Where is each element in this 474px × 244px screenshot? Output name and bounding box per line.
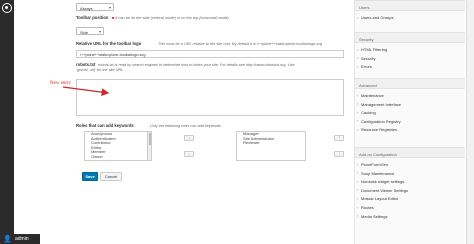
sidebar-item[interactable]: Nordoisk widget settings xyxy=(357,180,404,184)
sidebar-section-header: Users xyxy=(355,0,465,11)
sidebar-item[interactable]: Errors xyxy=(357,65,372,69)
sidebar-section-header: Security xyxy=(355,32,465,43)
sidebar-item[interactable]: Document Viewer Settings xyxy=(357,188,408,193)
page-scrollbar[interactable] xyxy=(466,0,474,244)
sidebar-section-header: Advanced xyxy=(355,78,465,89)
sidebar-item[interactable]: Configuration Registry xyxy=(357,119,401,124)
sidebar-item[interactable]: Security xyxy=(357,56,376,61)
app-window: 👤 admin Always Toolbar position ■ It can… xyxy=(0,0,474,244)
sidebar-item[interactable]: PloneFormGen xyxy=(357,163,388,167)
sidebar-item[interactable]: Routes xyxy=(357,206,374,210)
sidebar-item[interactable]: Soup Maintenance xyxy=(357,171,394,176)
sidebar-section-header: Add-on Configuration xyxy=(355,147,465,158)
sidebar-item[interactable]: Media Settings xyxy=(357,214,388,219)
sidebar-item[interactable]: Resource Registries xyxy=(357,128,397,132)
sidebar-item[interactable]: Caching xyxy=(357,111,376,115)
control-panel-sidebar: Users Users and Groups Security HTML Filter… xyxy=(354,0,465,244)
sidebar-item[interactable]: Users and Groups xyxy=(357,16,394,20)
sidebar-item[interactable]: HTML Filtering xyxy=(357,48,387,52)
annotation-arrow-line xyxy=(62,86,110,97)
sidebar-item[interactable]: Management Interface xyxy=(357,102,401,107)
sidebar-item[interactable]: Maintenance xyxy=(357,94,384,98)
sidebar-item[interactable]: Mosaic Layout Editor xyxy=(357,197,398,201)
